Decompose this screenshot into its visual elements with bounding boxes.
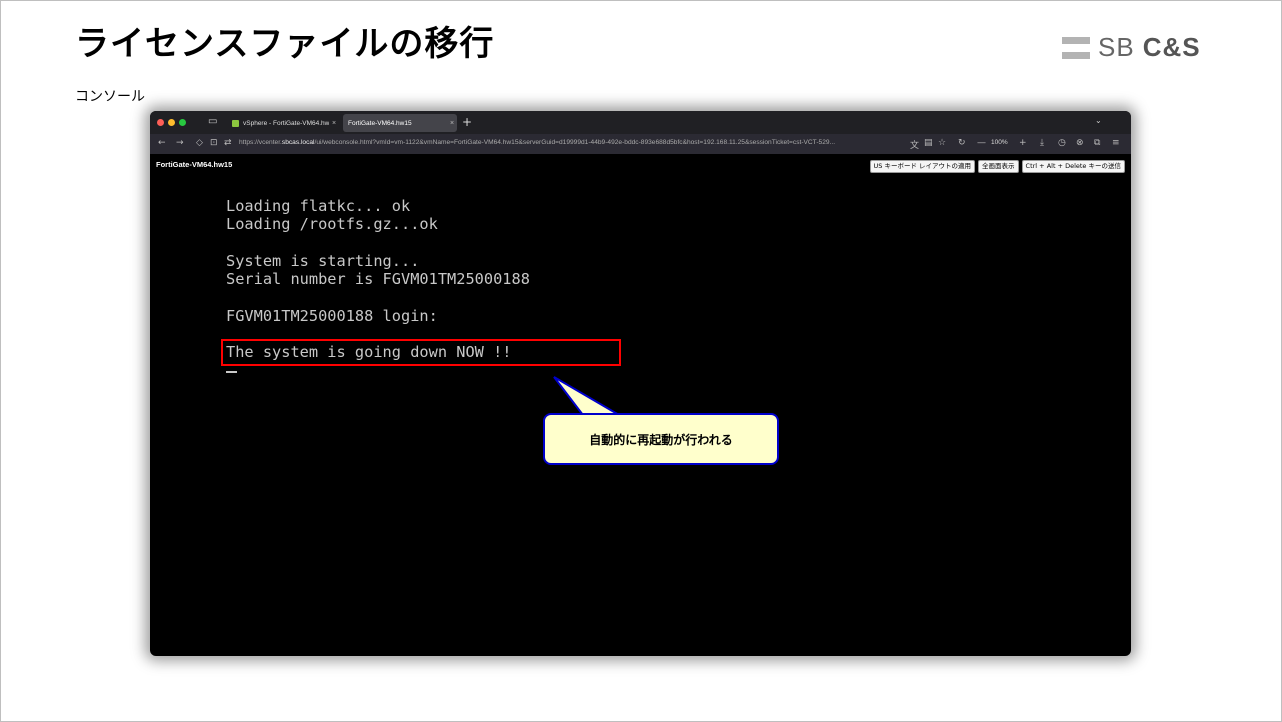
zoom-out-icon[interactable]: — — [977, 138, 986, 148]
bookmark-star-icon[interactable]: ☆ — [938, 138, 946, 148]
lock-icon[interactable]: ⊡ — [210, 138, 218, 148]
shutdown-highlight-box — [221, 339, 621, 366]
zoom-in-icon[interactable]: + — [1019, 138, 1027, 148]
browser-window: ▭ vSphere - FortiGate-VM64.hw15 × FortiG… — [150, 111, 1131, 656]
permissions-icon[interactable]: ⇄ — [224, 138, 232, 148]
menu-icon[interactable]: ≡ — [1112, 138, 1120, 148]
logo-sb-text: SB — [1098, 32, 1135, 62]
slide-title: ライセンスファイルの移行 — [75, 24, 495, 64]
extensions-icon[interactable]: ⧉ — [1094, 138, 1100, 148]
history-icon[interactable]: ◷ — [1058, 138, 1066, 148]
window-zoom-button[interactable] — [179, 119, 186, 126]
shield-icon[interactable]: ◇ — [196, 138, 203, 148]
url-host: sbcas.local — [281, 139, 315, 146]
url-path: /ui/webconsole.html?vmId=vm-1122&vmName=… — [314, 139, 836, 146]
reader-icon[interactable]: ▤ — [924, 138, 933, 148]
download-icon[interactable]: ⤓ — [1040, 138, 1044, 148]
console-line: Serial number is FGVM01TM25000188 — [226, 270, 530, 289]
tab-list-chevron-icon[interactable]: ⌄ — [1095, 116, 1102, 125]
console-line: FGVM01TM25000188 login: — [226, 306, 438, 325]
console-vm-name: FortiGate-VM64.hw15 — [156, 160, 233, 169]
tab-overview-icon[interactable]: ▭ — [208, 116, 217, 127]
send-ctrl-alt-delete-button[interactable]: Ctrl + Alt + Delete キーの送信 — [1021, 160, 1125, 173]
text-cursor — [226, 370, 237, 373]
console-line: System is starting... — [226, 251, 420, 270]
us-keyboard-layout-button[interactable]: US キーボード レイアウトの適用 — [869, 160, 976, 173]
window-minimize-button[interactable] — [168, 119, 175, 126]
window-close-button[interactable] — [157, 119, 164, 126]
extension-block-icon[interactable]: ⊗ — [1076, 138, 1084, 148]
new-tab-icon[interactable]: + — [462, 115, 472, 129]
zoom-level[interactable]: 100% — [991, 139, 1008, 146]
tab-close-icon[interactable]: × — [447, 120, 457, 127]
address-bar[interactable]: https://vcenter.sbcas.local/ui/webconsol… — [239, 139, 907, 146]
console-toolbar: US キーボード レイアウトの適用 全画面表示 Ctrl + Alt + Del… — [869, 160, 1125, 173]
translate-icon[interactable]: 文 — [910, 138, 919, 151]
back-icon[interactable]: ← — [158, 138, 166, 148]
tab-close-icon[interactable]: × — [329, 120, 339, 127]
logo-cs-text: C&S — [1142, 32, 1201, 62]
tab-fortigate-console[interactable]: FortiGate-VM64.hw15 × — [343, 114, 457, 132]
logo-bars-icon — [1062, 36, 1090, 59]
console-line: Loading /rootfs.gz...ok — [226, 215, 438, 234]
tab-vsphere[interactable]: vSphere - FortiGate-VM64.hw15 × — [227, 114, 339, 132]
console-line: Loading flatkc... ok — [226, 197, 411, 215]
slide-subtitle: コンソール — [75, 89, 145, 105]
forward-icon[interactable]: → — [176, 138, 184, 148]
callout-note: 自動的に再起動が行われる — [543, 413, 779, 465]
fullscreen-button[interactable]: 全画面表示 — [978, 160, 1019, 173]
vsphere-favicon-icon — [232, 119, 239, 127]
company-logo: SB C&S — [1062, 32, 1201, 63]
tab-bar: ▭ vSphere - FortiGate-VM64.hw15 × FortiG… — [150, 111, 1131, 134]
tab-label: vSphere - FortiGate-VM64.hw15 — [243, 119, 329, 127]
reload-icon[interactable]: ↻ — [958, 138, 966, 148]
navigation-bar: ← → ◇ ⊡ ⇄ https://vcenter.sbcas.local/ui… — [150, 134, 1131, 154]
tab-label: FortiGate-VM64.hw15 — [348, 119, 412, 127]
url-prefix: https://vcenter. — [239, 139, 282, 146]
